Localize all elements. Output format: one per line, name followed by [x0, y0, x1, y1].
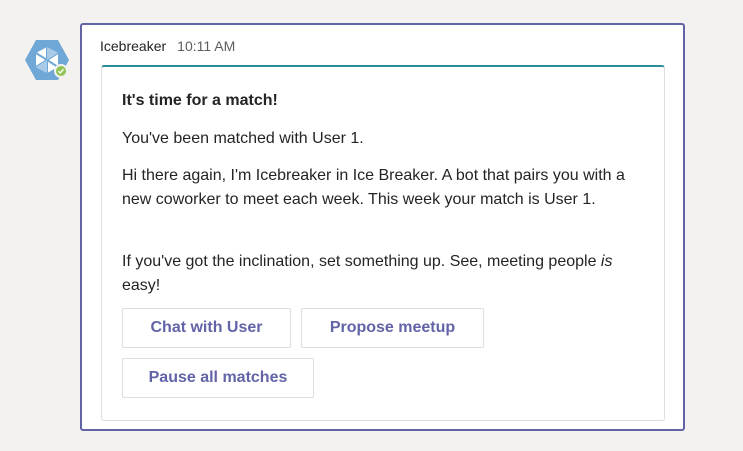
- closing-text-emphasis: is: [600, 253, 613, 270]
- message-timestamp: 10:11 AM: [177, 38, 236, 54]
- presence-available-icon: [54, 64, 68, 78]
- bot-avatar[interactable]: [25, 39, 69, 81]
- pause-all-matches-button[interactable]: Pause all matches: [122, 358, 314, 398]
- closing-text-start: If you've got the inclination, set somet…: [122, 253, 601, 270]
- propose-meetup-button[interactable]: Propose meetup: [301, 308, 484, 348]
- closing-text: If you've got the inclination, set somet…: [122, 250, 642, 298]
- closing-text-end: easy!: [122, 277, 161, 294]
- chat-message: Icebreaker 10:11 AM It's time for a match…: [80, 23, 685, 431]
- message-header: Icebreaker 10:11 AM: [100, 37, 235, 55]
- card-title: It's time for a match!: [122, 92, 278, 109]
- adaptive-card: It's time for a match! You've been match…: [101, 65, 665, 421]
- matched-text: You've been matched with User 1.: [122, 130, 364, 147]
- intro-text: Hi there again, I'm Icebreaker in Ice Br…: [122, 167, 625, 208]
- chat-with-user-button[interactable]: Chat with User: [122, 308, 291, 348]
- sender-name[interactable]: Icebreaker: [100, 38, 166, 54]
